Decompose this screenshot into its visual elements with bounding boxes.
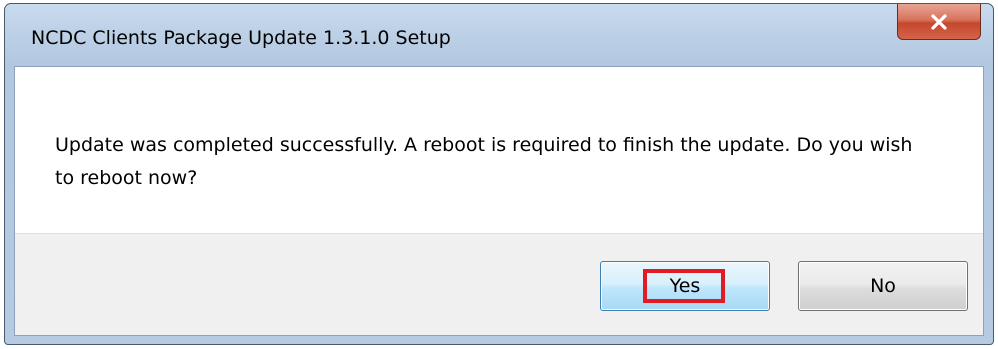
close-icon bbox=[931, 13, 947, 30]
yes-button[interactable]: Yes bbox=[600, 261, 770, 311]
button-bar: Yes No bbox=[15, 233, 983, 335]
no-button-label: No bbox=[870, 275, 896, 297]
dialog-message: Update was completed successfully. A reb… bbox=[55, 134, 913, 189]
title-bar[interactable]: NCDC Clients Package Update 1.3.1.0 Setu… bbox=[5, 4, 993, 66]
close-button[interactable] bbox=[897, 4, 981, 40]
dialog-body: Update was completed successfully. A reb… bbox=[14, 66, 984, 336]
no-button[interactable]: No bbox=[798, 261, 968, 311]
yes-button-label: Yes bbox=[669, 275, 701, 297]
window-title: NCDC Clients Package Update 1.3.1.0 Setu… bbox=[31, 27, 451, 49]
dialog-window: NCDC Clients Package Update 1.3.1.0 Setu… bbox=[4, 3, 994, 345]
